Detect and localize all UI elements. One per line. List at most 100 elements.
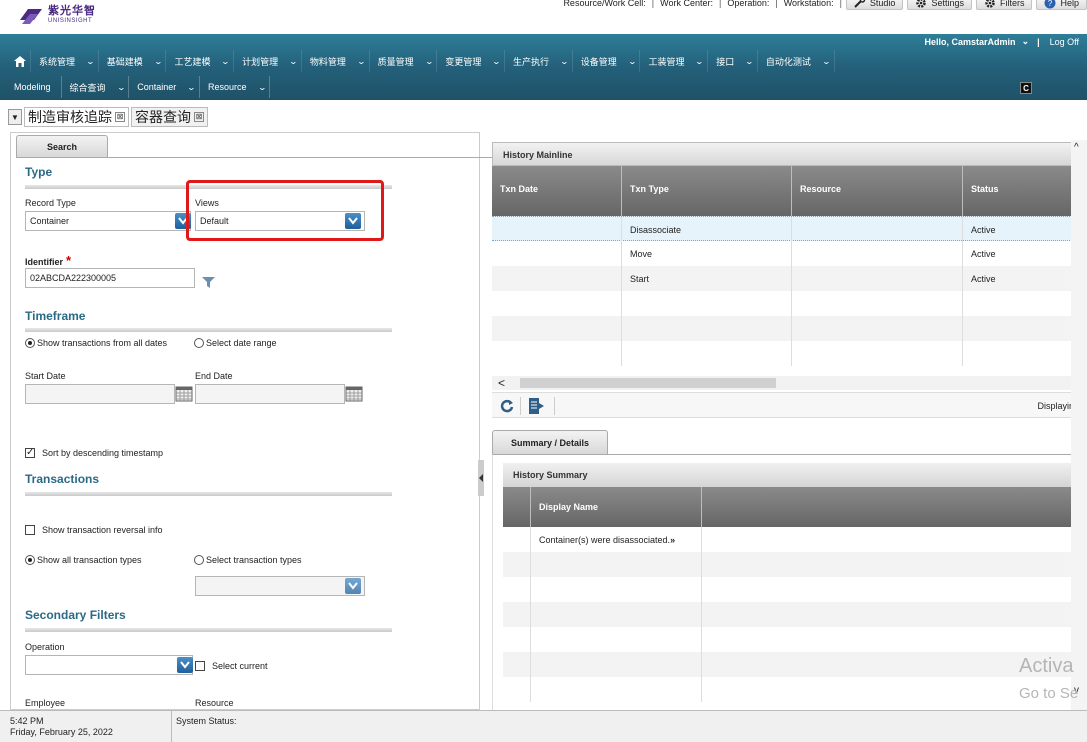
operation-select[interactable]: [25, 655, 193, 675]
mainline-horizontal-scrollbar[interactable]: <: [492, 376, 1072, 390]
date-text: Friday, February 25, 2022: [10, 727, 113, 737]
tab-container-query[interactable]: 容器查询 ⊠: [131, 107, 208, 127]
table-row[interactable]: Disassociate Active: [492, 216, 1072, 242]
menu-basic-modeling[interactable]: 基础建模 ⌄: [99, 50, 167, 72]
status-bar: 5:42 PM Friday, February 25, 2022 System…: [0, 710, 1087, 742]
menu-production-execution[interactable]: 生产执行 ⌄: [505, 50, 573, 72]
menu-process-modeling[interactable]: 工艺建模 ⌄: [166, 50, 235, 72]
operation-link[interactable]: Operation:: [727, 0, 769, 8]
transaction-types-dropdown-button[interactable]: [345, 578, 361, 594]
col-txn-date[interactable]: Txn Date: [492, 166, 622, 216]
menu-material-management[interactable]: 物料管理 ⌄: [302, 50, 370, 72]
refresh-icon[interactable]: [500, 399, 514, 413]
date-range-radio[interactable]: Select date range: [194, 338, 277, 348]
calendar-icon[interactable]: [345, 384, 363, 402]
close-icon[interactable]: ⊠: [194, 112, 204, 122]
scroll-left-icon[interactable]: <: [498, 376, 505, 390]
logo-chinese-text: 紫光华智: [48, 5, 96, 17]
menu-modeling[interactable]: Modeling: [0, 76, 62, 98]
menu-plan-management[interactable]: 计划管理 ⌄: [234, 50, 302, 72]
chevron-down-icon: ⌄: [695, 56, 705, 66]
close-icon[interactable]: ⊠: [115, 112, 125, 122]
transactions-section-title: Transactions: [25, 472, 100, 486]
top-header: 紫光华智 UNISINSIGHT Resource/Work Cell: | Wo…: [0, 0, 1087, 34]
record-type-select[interactable]: Container: [25, 211, 191, 231]
help-button[interactable]: ? Help: [1036, 0, 1087, 10]
menu-equipment-management[interactable]: 设备管理 ⌄: [573, 50, 641, 72]
sort-descending-checkbox[interactable]: ✓ Sort by descending timestamp: [25, 448, 163, 458]
menu-interface[interactable]: 接口 ⌄: [708, 50, 758, 72]
work-center-link[interactable]: Work Center:: [660, 0, 713, 8]
mainline-grid-header: Txn Date Txn Type Resource Status: [492, 166, 1072, 216]
end-date-input[interactable]: [195, 384, 345, 404]
expand-icon[interactable]: »: [670, 535, 675, 545]
search-tab[interactable]: Search: [16, 135, 108, 157]
transaction-types-select[interactable]: [195, 576, 365, 596]
paging-display-info: Displayir: [1037, 401, 1072, 411]
select-types-radio[interactable]: Select transaction types: [194, 555, 302, 565]
history-mainline-header: History Mainline: [492, 142, 1072, 166]
all-dates-radio[interactable]: Show transactions from all dates: [25, 338, 167, 348]
filters-button[interactable]: Filters: [975, 0, 1033, 10]
tab-manufacturing-audit-trail[interactable]: 制造审核追踪 ⊠: [24, 107, 129, 127]
all-types-radio[interactable]: Show all transaction types: [25, 555, 142, 565]
resource-label: Resource: [195, 698, 234, 708]
menu-resource[interactable]: Resource ⌄: [200, 76, 271, 98]
table-row[interactable]: Move Active: [492, 241, 1072, 266]
pane-splitter-handle[interactable]: [478, 460, 484, 496]
user-menu-chevron-icon[interactable]: ⌄: [1022, 36, 1030, 47]
type-section-title: Type: [25, 165, 53, 179]
camstar-icon[interactable]: C: [1020, 82, 1032, 94]
chevron-down-icon: ⌄: [559, 56, 570, 66]
context-links: Resource/Work Cell: | Work Center: | Opera…: [557, 0, 1087, 10]
menu-quality-management[interactable]: 质量管理 ⌄: [370, 50, 438, 72]
chevron-down-icon: ⌄: [257, 82, 267, 92]
table-row[interactable]: Container(s) were disassociated.»: [503, 527, 1078, 552]
scrollbar-thumb[interactable]: [520, 378, 776, 388]
summary-grid-body: Container(s) were disassociated.»: [503, 527, 1078, 707]
resource-workcell-link[interactable]: Resource/Work Cell:: [563, 0, 645, 8]
reversal-info-checkbox[interactable]: Show transaction reversal info: [25, 525, 163, 535]
start-date-input[interactable]: [25, 384, 175, 404]
col-txn-type[interactable]: Txn Type: [622, 166, 792, 216]
scroll-up-icon[interactable]: ^: [1074, 142, 1079, 153]
chevron-down-icon: ⌄: [491, 56, 502, 66]
studio-button[interactable]: Studio: [845, 0, 904, 10]
operation-dropdown-button[interactable]: [177, 657, 193, 673]
logoff-link[interactable]: Log Off: [1050, 37, 1079, 47]
tabs-dropdown-button[interactable]: ▼: [8, 109, 22, 125]
chevron-down-icon: ⌄: [116, 82, 126, 92]
col-display-name[interactable]: Display Name: [531, 487, 702, 527]
menu-change-management[interactable]: 变更管理 ⌄: [437, 50, 506, 72]
settings-button[interactable]: Settings: [907, 0, 972, 10]
chevron-down-icon: ⌄: [221, 56, 231, 66]
summary-details-tab[interactable]: Summary / Details: [492, 430, 608, 454]
menu-container[interactable]: Container ⌄: [129, 76, 200, 98]
home-button[interactable]: [0, 50, 31, 72]
help-label: Help: [1060, 0, 1079, 8]
menu-automation-test[interactable]: 自动化测试 ⌄: [758, 50, 835, 72]
select-current-checkbox[interactable]: Select current: [195, 661, 268, 671]
system-status-label: System Status:: [176, 716, 237, 726]
table-row-empty: [503, 627, 1078, 652]
workstation-link[interactable]: Workstation:: [784, 0, 834, 8]
table-row[interactable]: Start Active: [492, 266, 1072, 291]
filter-icon[interactable]: [202, 277, 215, 288]
end-date-label: End Date: [195, 371, 233, 381]
filters-label: Filters: [999, 0, 1025, 8]
menu-tooling-management[interactable]: 工装管理 ⌄: [640, 50, 709, 72]
page-vertical-scrollbar[interactable]: ^ v: [1071, 140, 1087, 710]
secondary-filters-section-title: Secondary Filters: [25, 608, 126, 622]
col-resource[interactable]: Resource: [792, 166, 963, 216]
export-icon[interactable]: [528, 397, 548, 415]
identifier-input[interactable]: 02ABCDA222300005: [25, 268, 195, 288]
menu-system-admin[interactable]: 系统管理 ⌄: [31, 50, 99, 72]
company-logo: 紫光华智 UNISINSIGHT: [18, 6, 96, 26]
col-status[interactable]: Status: [963, 166, 1072, 216]
chevron-down-icon: [180, 661, 190, 669]
table-row-empty: [492, 291, 1072, 316]
secondary-menu: Modeling 综合查询 ⌄ Container ⌄ Resource ⌄: [0, 76, 271, 98]
user-greeting[interactable]: Hello, CamstarAdmin: [925, 37, 1016, 47]
menu-comprehensive-query[interactable]: 综合查询 ⌄: [62, 76, 130, 98]
calendar-icon[interactable]: [175, 384, 193, 402]
